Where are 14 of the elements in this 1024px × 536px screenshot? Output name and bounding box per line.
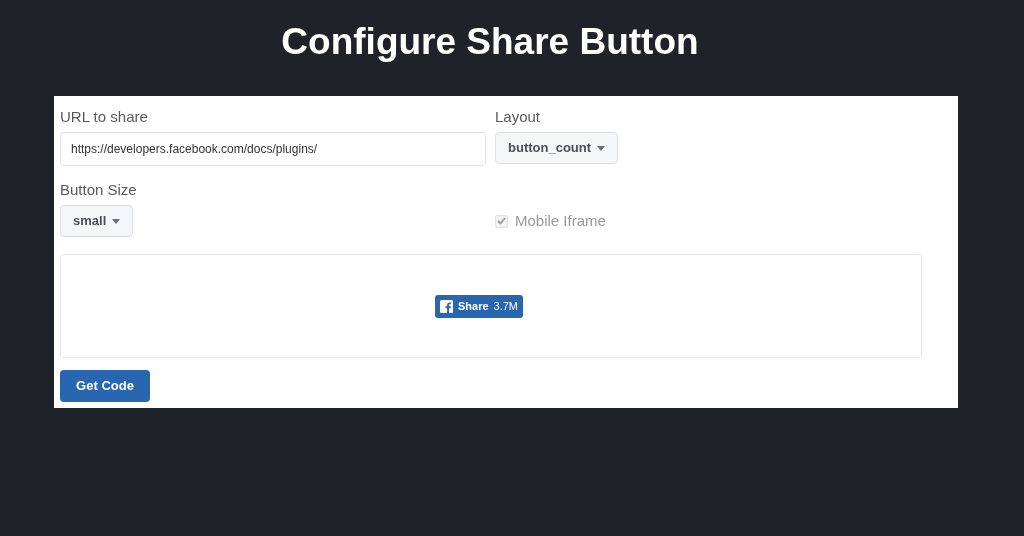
share-count: 3.7M — [493, 298, 518, 314]
url-field[interactable]: https://developers.facebook.com/docs/plugins/ — [60, 132, 486, 166]
checkbox-label: Mobile Iframe — [515, 211, 606, 231]
page-heading: Configure Share Button — [281, 21, 699, 62]
caret-icon — [597, 145, 606, 151]
field-label: Button Size — [60, 180, 138, 200]
caret-icon — [112, 218, 121, 224]
field-label: Layout — [495, 107, 542, 127]
size-dropdown[interactable]: small — [60, 205, 134, 237]
share-button[interactable]: Share 3.7M — [434, 294, 523, 318]
field-label: URL to share — [60, 107, 149, 127]
facebook-icon — [439, 299, 453, 313]
layout-dropdown[interactable]: button_count — [495, 132, 619, 164]
get-code-button[interactable]: Get Code — [60, 370, 150, 402]
